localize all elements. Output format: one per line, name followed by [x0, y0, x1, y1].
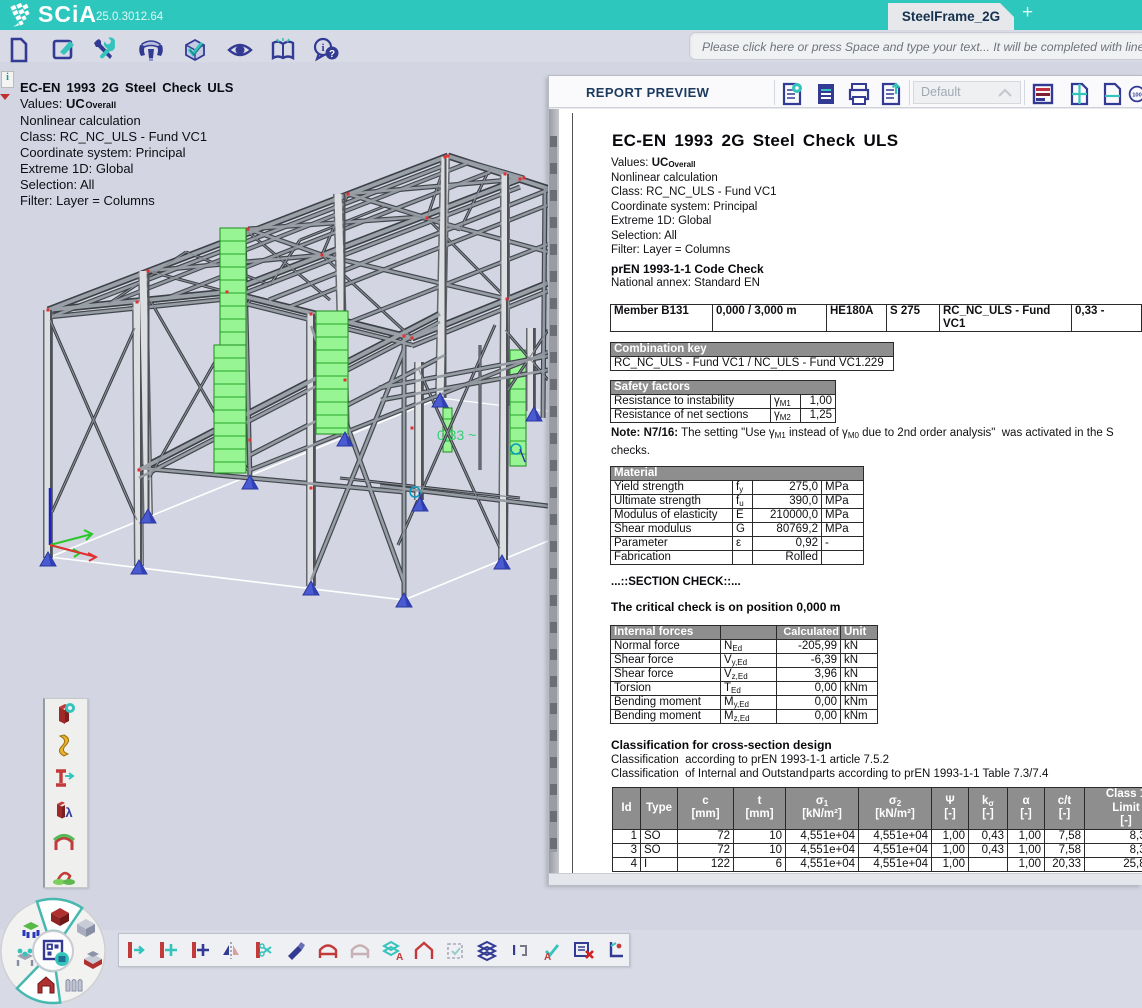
svg-text:I: I: [512, 942, 516, 959]
svg-text:0,33 ~: 0,33 ~: [437, 427, 476, 443]
svg-text:λ: λ: [65, 805, 73, 820]
svg-text:A: A: [544, 952, 551, 962]
svg-text:A: A: [396, 952, 403, 962]
svg-text:100: 100: [1132, 92, 1142, 98]
